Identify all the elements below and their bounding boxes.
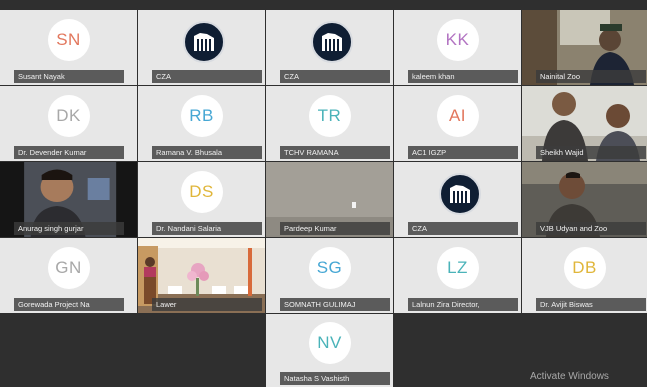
participant-name-label: Anurag singh gurjar [14, 222, 124, 235]
participant-initials-avatar: KK [436, 19, 479, 61]
participant-tile[interactable]: LZ Lalnun Zira Director, [394, 238, 521, 313]
participant-initials-avatar: SG [308, 247, 351, 289]
participant-initials-avatar: GN [47, 247, 90, 289]
participant-name-label: CZA [408, 222, 518, 235]
video-gallery: SN Susant Nayak CZA CZA KK kaleem khan Nain… [0, 0, 647, 387]
participant-tile[interactable]: AI AC1 IGZP [394, 86, 521, 161]
participant-name-label: SOMNATH GULIMAJ [280, 298, 390, 311]
participant-name-label: Dr. Nandani Salaria [152, 222, 262, 235]
participant-name-label: Gorewada Project Na [14, 298, 124, 311]
participant-name-label: Natasha S Vashisth [280, 372, 390, 385]
participant-name-label: Dr. Devender Kumar [14, 146, 124, 159]
participant-name-label: Nainital Zoo [536, 70, 646, 83]
participant-tile[interactable]: VJB Udyan and Zoo [522, 162, 647, 237]
participant-initials-avatar: SN [47, 19, 90, 61]
participant-tile[interactable]: GN Gorewada Project Na [0, 238, 137, 313]
participant-name-label: CZA [152, 70, 262, 83]
zoo-logo-glyph [449, 185, 470, 203]
participant-tile[interactable]: Pardeep Kumar [266, 162, 393, 237]
participant-tile[interactable]: Sheikh Wajid [522, 86, 647, 161]
participant-tile[interactable]: Lawer [138, 238, 265, 313]
participant-tile[interactable]: CZA [394, 162, 521, 237]
participant-initials-avatar: DB [563, 247, 606, 289]
participant-initials-avatar: NV [308, 322, 351, 365]
participant-initials-avatar: AI [436, 95, 479, 137]
zoo-logo-icon [310, 21, 353, 63]
participant-tile[interactable]: NV Natasha S Vashisth [266, 314, 393, 387]
participant-name-label: Sheikh Wajid [536, 146, 646, 159]
participant-name-label: Lawer [152, 298, 262, 311]
participant-initials-avatar: DK [47, 95, 90, 137]
participant-tile[interactable]: TR TCHV RAMANA [266, 86, 393, 161]
participant-tile[interactable]: SG SOMNATH GULIMAJ [266, 238, 393, 313]
participant-initials-avatar: DS [180, 171, 223, 213]
participant-tile[interactable]: DS Dr. Nandani Salaria [138, 162, 265, 237]
participant-name-label: AC1 IGZP [408, 146, 518, 159]
participant-name-label: CZA [280, 70, 390, 83]
participant-name-label: TCHV RAMANA [280, 146, 390, 159]
zoo-logo-icon [182, 21, 225, 63]
zoo-logo-icon [438, 173, 481, 215]
participant-name-label: kaleem khan [408, 70, 518, 83]
participant-tile[interactable]: DB Dr. Avijit Biswas [522, 238, 647, 313]
participant-tile[interactable]: SN Susant Nayak [0, 10, 137, 85]
participant-name-label: Lalnun Zira Director, [408, 298, 518, 311]
participant-tile[interactable]: KK kaleem khan [394, 10, 521, 85]
participant-tile[interactable]: Nainital Zoo [522, 10, 647, 85]
participant-name-label: VJB Udyan and Zoo [536, 222, 646, 235]
participant-tile[interactable]: DK Dr. Devender Kumar [0, 86, 137, 161]
participant-initials-avatar: RB [180, 95, 223, 137]
zoo-logo-glyph [321, 33, 342, 51]
participant-tile[interactable]: CZA [266, 10, 393, 85]
participant-name-label: Dr. Avijit Biswas [536, 298, 646, 311]
participant-name-label: Ramana V. Bhusala [152, 146, 262, 159]
participant-tile[interactable]: Anurag singh gurjar [0, 162, 137, 237]
participant-name-label: Pardeep Kumar [280, 222, 390, 235]
participant-tile[interactable]: RB Ramana V. Bhusala [138, 86, 265, 161]
participant-initials-avatar: TR [308, 95, 351, 137]
zoo-logo-glyph [193, 33, 214, 51]
participant-tile[interactable]: CZA [138, 10, 265, 85]
activate-windows-watermark: Activate Windows [530, 371, 609, 382]
participant-name-label: Susant Nayak [14, 70, 124, 83]
participant-initials-avatar: LZ [436, 247, 479, 289]
